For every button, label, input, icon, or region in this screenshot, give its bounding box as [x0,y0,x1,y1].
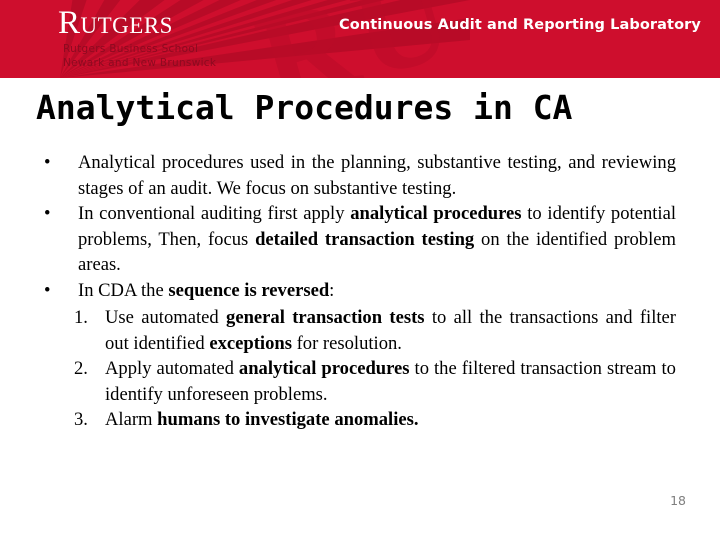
emphasis-general-transaction-tests: general transaction tests [226,307,425,328]
bullet-list: • Analytical procedures used in the plan… [36,150,676,303]
list-item: • In conventional auditing first apply a… [36,201,676,278]
bullet-text-2: In conventional auditing first apply ana… [78,203,676,275]
logo-subtitle-line-1: Rutgers Business School [63,43,199,55]
header-banner: R U Rutgers Rutgers Business School Newa… [0,0,720,78]
list-item: • Analytical procedures used in the plan… [36,150,676,201]
rutgers-logo-subtitle: Rutgers Business School Newark and New B… [63,43,358,70]
bullet-icon: • [44,203,51,224]
bullet-text-3: In CDA the sequence is reversed: [78,279,335,301]
emphasis-detailed-transaction-testing: detailed transaction testing [255,228,475,250]
emphasis-analytical-procedures: analytical procedures [350,203,522,224]
step-number-2: 2. [74,358,88,379]
step-text-2: Apply automated analytical procedures to… [105,358,676,405]
list-item: • In CDA the sequence is reversed: [36,278,676,304]
step-number-3: 3. [74,409,88,430]
bullet-icon: • [44,279,51,301]
list-item: 3. Alarm humans to investigate anomalies… [36,407,676,433]
emphasis-sequence-is-reversed: sequence is reversed [168,279,330,301]
slide-body: • Analytical procedures used in the plan… [36,150,676,433]
emphasis-exceptions: exceptions [209,332,292,354]
rutgers-wordmark: Rutgers [58,5,173,41]
slide: R U Rutgers Rutgers Business School Newa… [0,0,720,540]
step-number-1: 1. [74,307,88,328]
step-text-1: Use automated general transaction tests … [105,307,676,354]
bullet-icon: • [44,152,51,173]
logo-subtitle-line-2: Newark and New Brunswick [63,56,217,69]
emphasis-humans-investigate-anomalies: humans to investigate anomalies. [157,409,419,430]
step-text-3: Alarm humans to investigate anomalies. [105,409,419,430]
page-title: Analytical Procedures in CA [36,88,573,127]
bullet-text-1: Analytical procedures used in the planni… [78,152,676,199]
list-item: 1. Use automated general transaction tes… [36,305,676,356]
lab-title: Continuous Audit and Reporting Laborator… [339,17,701,33]
emphasis-analytical-procedures-2: analytical procedures [238,358,410,379]
numbered-step-list: 1. Use automated general transaction tes… [36,305,676,433]
page-number: 18 [670,493,686,508]
list-item: 2. Apply automated analytical procedures… [36,356,676,407]
rutgers-logo: Rutgers Rutgers Business School Newark a… [58,6,358,70]
